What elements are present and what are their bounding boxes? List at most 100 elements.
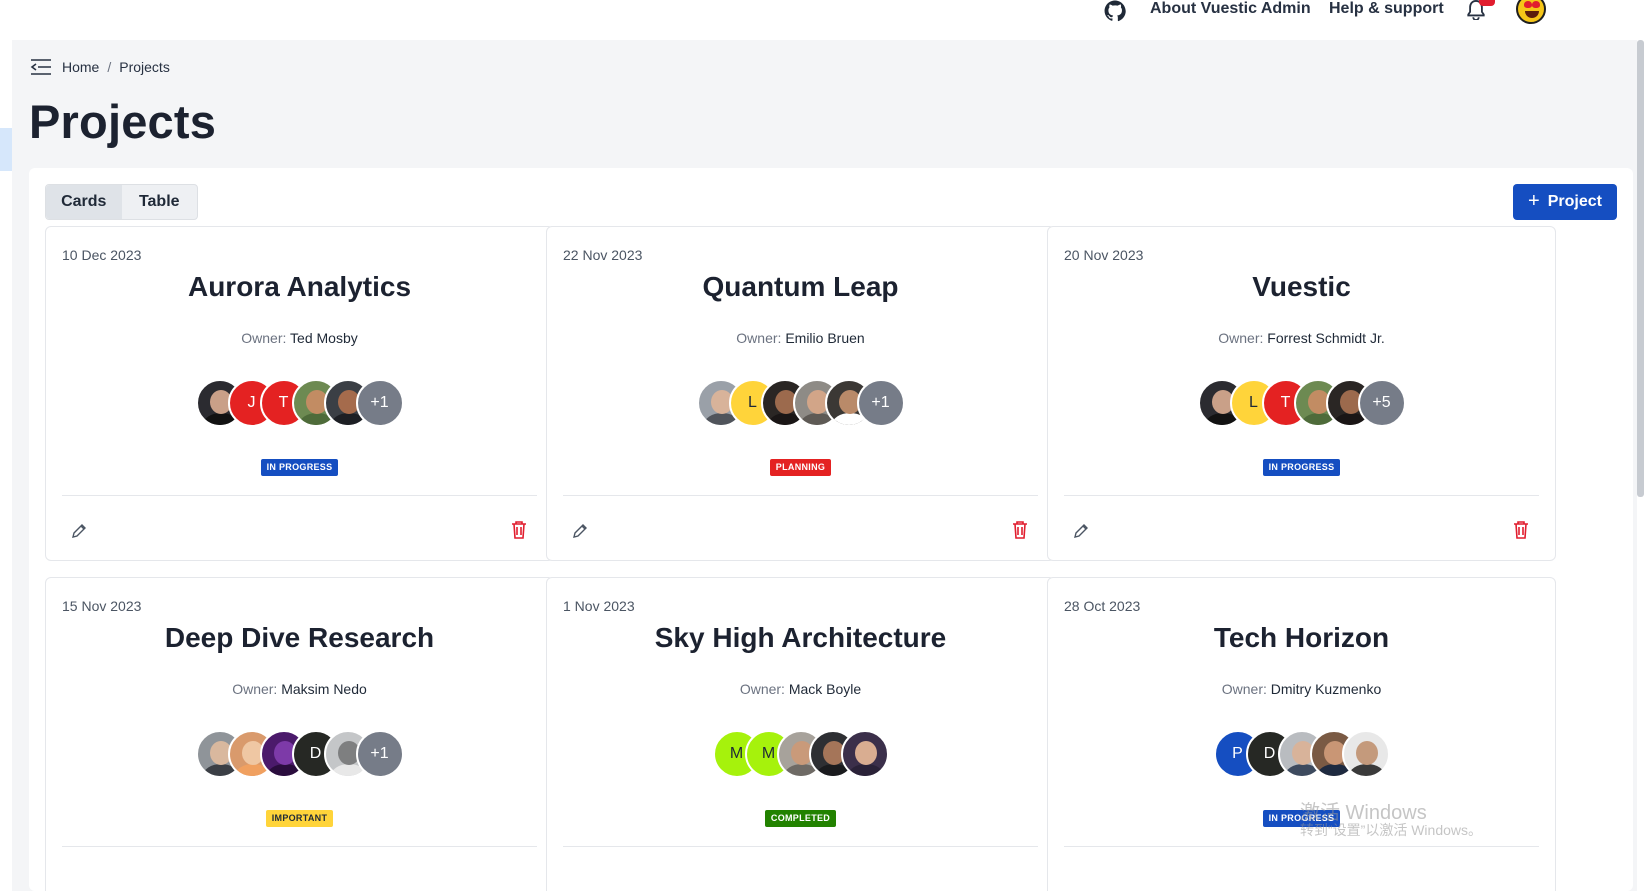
- project-card: 28 Oct 2023 Tech Horizon Owner: Dmitry K…: [1047, 577, 1556, 891]
- member-avatar-photo[interactable]: [840, 730, 889, 778]
- avatar-body: [1348, 764, 1385, 776]
- project-date: 15 Nov 2023: [62, 598, 142, 614]
- more-members-avatar[interactable]: +1: [355, 379, 404, 427]
- team-avatars: PD: [1048, 730, 1555, 778]
- edit-icon[interactable]: [70, 522, 88, 540]
- status-badge: IN PROGRESS: [1262, 459, 1341, 476]
- team-avatars: J T +1: [46, 379, 553, 427]
- notification-badge: [1479, 0, 1495, 6]
- owner-name: Maksim Nedo: [281, 681, 367, 697]
- project-date: 28 Oct 2023: [1064, 598, 1141, 614]
- projects-panel: Cards Table + Project 10 Dec 2023 Aurora…: [29, 168, 1633, 891]
- owner-name: Forrest Schmidt Jr.: [1267, 330, 1385, 346]
- owner-label: Owner:: [1218, 330, 1264, 346]
- heart-eye-icon: [1532, 1, 1540, 8]
- owner-label: Owner:: [232, 681, 278, 697]
- owner-name: Dmitry Kuzmenko: [1270, 681, 1382, 697]
- project-title: Sky High Architecture: [654, 622, 947, 653]
- team-avatars: MM: [547, 730, 1054, 778]
- more-members-avatar[interactable]: +5: [1357, 379, 1406, 427]
- project-owner: Owner: Ted Mosby: [46, 330, 553, 346]
- trash-icon[interactable]: [1012, 521, 1028, 539]
- status-badge-wrap: IN PROGRESS: [46, 457, 553, 476]
- project-owner: Owner: Dmitry Kuzmenko: [1048, 681, 1555, 697]
- team-avatars: L T +5: [1048, 379, 1555, 427]
- avatar-body: [847, 764, 884, 776]
- project-card: 1 Nov 2023 Sky High Architecture Owner: …: [546, 577, 1055, 891]
- toggle-cards[interactable]: Cards: [46, 185, 122, 219]
- status-badge: IN PROGRESS: [260, 459, 339, 476]
- card-divider: [1064, 846, 1539, 847]
- help-support-link[interactable]: Help & support: [1329, 0, 1444, 18]
- add-project-button[interactable]: + Project: [1513, 184, 1617, 220]
- trash-icon[interactable]: [511, 521, 527, 539]
- project-card: 20 Nov 2023 Vuestic Owner: Forrest Schmi…: [1047, 226, 1556, 561]
- toggle-table[interactable]: Table: [122, 185, 198, 219]
- heart-eye-icon: [1524, 1, 1532, 8]
- owner-name: Mack Boyle: [788, 681, 862, 697]
- edit-icon[interactable]: [1072, 522, 1090, 540]
- breadcrumb: Home / Projects: [30, 57, 170, 77]
- edit-icon[interactable]: [571, 522, 589, 540]
- more-members-avatar[interactable]: +1: [856, 379, 905, 427]
- status-badge: IMPORTANT: [265, 810, 334, 827]
- avatar-head: [1355, 741, 1378, 765]
- project-owner: Owner: Maksim Nedo: [46, 681, 553, 697]
- windows-watermark-sub: 转到“设置”以激活 Windows。: [1300, 822, 1483, 838]
- project-owner: Owner: Emilio Bruen: [547, 330, 1054, 346]
- breadcrumb-home[interactable]: Home: [62, 59, 99, 75]
- project-title: Vuestic: [1252, 271, 1351, 302]
- plus-icon: +: [1528, 190, 1540, 212]
- breadcrumb-current: Projects: [119, 59, 170, 75]
- top-navbar: About Vuestic Admin Help & support: [0, 0, 1644, 40]
- owner-label: Owner:: [1221, 681, 1267, 697]
- project-date: 22 Nov 2023: [563, 247, 643, 263]
- main-content: Home / Projects Projects Cards Table + P…: [12, 40, 1637, 891]
- more-members-avatar[interactable]: +1: [355, 730, 404, 778]
- breadcrumb-separator: /: [107, 59, 112, 75]
- card-divider: [1064, 495, 1539, 496]
- project-card: 10 Dec 2023 Aurora Analytics Owner: Ted …: [45, 226, 554, 561]
- status-badge-wrap: IMPORTANT: [46, 808, 553, 827]
- avatar-head: [854, 741, 877, 765]
- status-badge-wrap: COMPLETED: [547, 808, 1054, 827]
- page-title: Projects: [29, 95, 217, 148]
- team-avatars: D +1: [46, 730, 553, 778]
- github-icon[interactable]: [1104, 0, 1126, 22]
- owner-name: Emilio Bruen: [785, 330, 865, 346]
- project-title: Aurora Analytics: [187, 271, 412, 302]
- owner-label: Owner:: [736, 330, 782, 346]
- team-avatars: L +1: [547, 379, 1054, 427]
- project-title: Deep Dive Research: [164, 622, 435, 653]
- card-divider: [563, 495, 1038, 496]
- project-owner: Owner: Forrest Schmidt Jr.: [1048, 330, 1555, 346]
- smile-icon: [1525, 11, 1539, 18]
- project-title: Tech Horizon: [1213, 622, 1390, 653]
- status-badge-wrap: IN PROGRESS: [1048, 457, 1555, 476]
- collapse-menu-icon[interactable]: [30, 58, 52, 76]
- trash-icon[interactable]: [1513, 521, 1529, 539]
- view-toggle: Cards Table: [45, 184, 198, 220]
- status-badge-wrap: PLANNING: [547, 457, 1054, 476]
- status-badge: COMPLETED: [764, 810, 837, 827]
- project-card: 15 Nov 2023 Deep Dive Research Owner: Ma…: [45, 577, 554, 891]
- owner-name: Ted Mosby: [290, 330, 358, 346]
- user-avatar[interactable]: [1516, 0, 1546, 24]
- vertical-scrollbar[interactable]: [1637, 40, 1644, 497]
- member-avatar-photo[interactable]: [1341, 730, 1390, 778]
- project-owner: Owner: Mack Boyle: [547, 681, 1054, 697]
- owner-label: Owner:: [241, 330, 287, 346]
- card-divider: [62, 495, 537, 496]
- owner-label: Owner:: [739, 681, 785, 697]
- project-date: 1 Nov 2023: [563, 598, 635, 614]
- status-badge: PLANNING: [769, 459, 832, 476]
- about-link[interactable]: About Vuestic Admin: [1150, 0, 1311, 18]
- project-date: 10 Dec 2023: [62, 247, 142, 263]
- sidebar-edge-tab[interactable]: [0, 128, 12, 171]
- add-project-label: Project: [1547, 193, 1602, 210]
- card-divider: [563, 846, 1038, 847]
- card-divider: [62, 846, 537, 847]
- project-card: 22 Nov 2023 Quantum Leap Owner: Emilio B…: [546, 226, 1055, 561]
- project-title: Quantum Leap: [702, 271, 899, 302]
- project-date: 20 Nov 2023: [1064, 247, 1144, 263]
